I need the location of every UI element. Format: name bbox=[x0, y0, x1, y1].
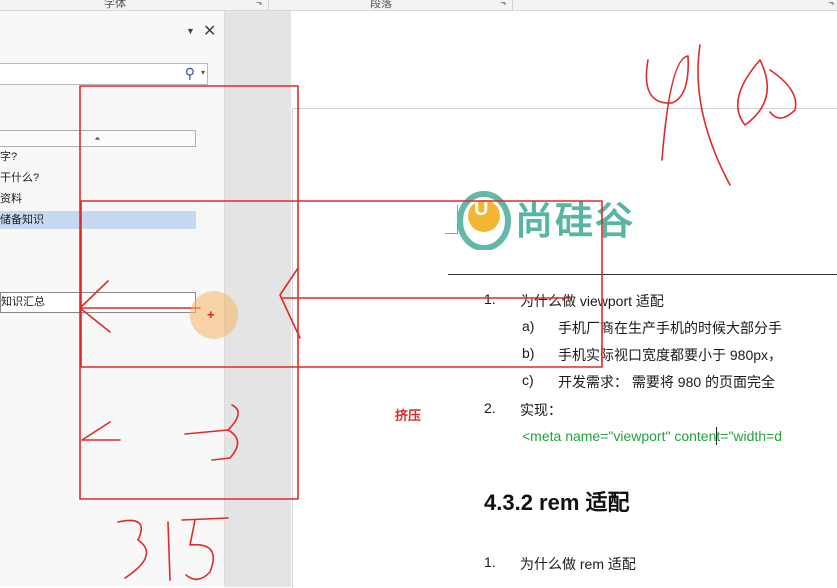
annotation-arrow-left bbox=[79, 280, 201, 333]
annotation-rect-wide bbox=[80, 200, 603, 368]
move-cursor-icon: + bbox=[207, 307, 215, 322]
annotation-arrow-bottom-left bbox=[81, 421, 121, 441]
annotation-stroke-bottom bbox=[184, 404, 239, 461]
annotation-arrow-right bbox=[279, 267, 301, 339]
annotation-handwritten-375 bbox=[117, 517, 229, 581]
pen-annotation-layer bbox=[79, 44, 797, 581]
annotation-rect-tall bbox=[79, 85, 299, 500]
annotation-handwritten-980 bbox=[645, 44, 797, 186]
